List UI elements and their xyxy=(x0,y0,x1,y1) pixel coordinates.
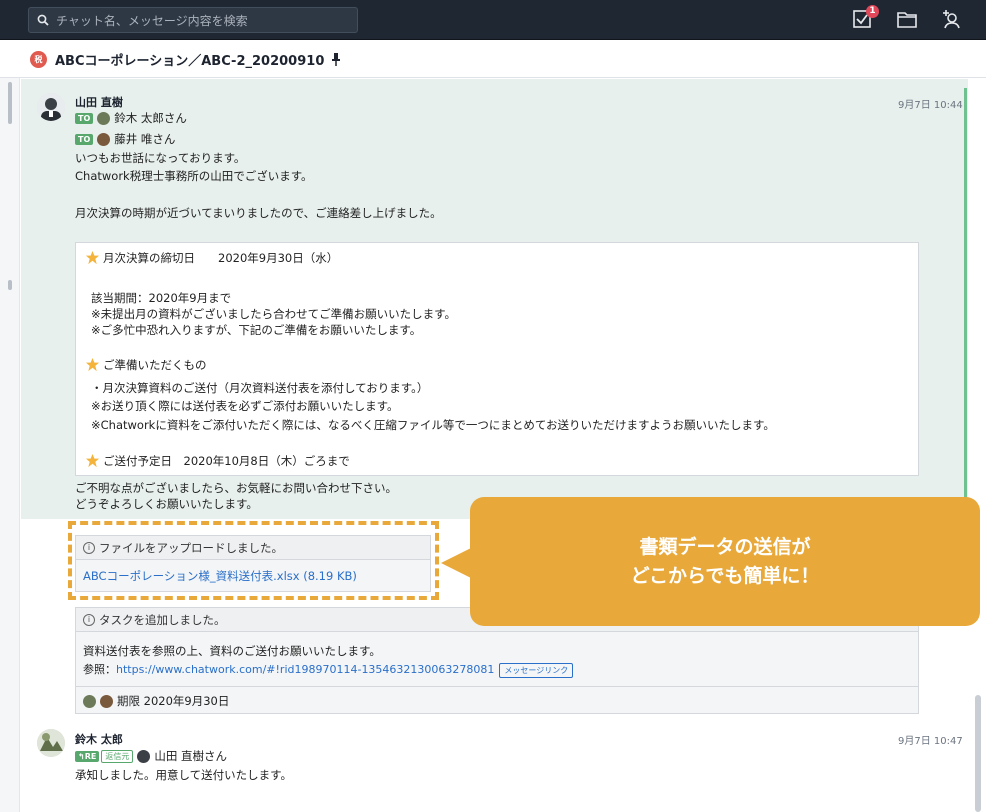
message-time: 9月7日 10:47 xyxy=(898,736,963,747)
quote-line: ※お送り頂く際には送付表を必ずご添付お願いいたします。 xyxy=(91,399,399,413)
task-deadline: 期限 2020年9月30日 xyxy=(117,694,230,708)
add-contact-icon[interactable] xyxy=(940,9,964,31)
avatar xyxy=(97,133,111,146)
to-tag: TO xyxy=(75,113,94,124)
message-line: 月次決算の時期が近づいてまいりましたので、ご連絡差し上げました。 xyxy=(75,206,442,220)
callout-tail xyxy=(441,548,471,578)
room-title[interactable]: ABCコーポレーション／ABC-2_20200910 xyxy=(55,50,324,69)
scrollbar[interactable] xyxy=(8,82,12,124)
sender-name[interactable]: 鈴木 太郎 xyxy=(75,731,123,747)
star-icon xyxy=(85,250,100,265)
message-line: 承知しました。用意して送付いたします。 xyxy=(75,768,293,782)
re-tag[interactable]: ↰RE xyxy=(75,751,100,762)
quote-line: ご送付予定日 2020年10月8日（木）ごろまで xyxy=(85,453,350,469)
quote-line: ※ご多忙中恐れ入りますが、下記のご準備をお願いいたします。 xyxy=(91,323,422,337)
avatar xyxy=(97,112,111,125)
quote-line: 該当期間：2020年9月まで xyxy=(91,291,232,305)
star-icon xyxy=(85,357,100,372)
task-deadline-row: 期限 2020年9月30日 xyxy=(83,693,229,709)
message-line: ご不明な点がございましたら、お気軽にお問い合わせ下さい。 xyxy=(75,481,397,495)
reply-line: ↰RE 返信元 山田 直樹さん xyxy=(75,748,227,764)
scrollbar-marker xyxy=(8,280,12,290)
to-line-2: TO 藤井 唯さん xyxy=(75,131,175,147)
avatar xyxy=(83,695,96,708)
search-input[interactable]: チャット名、メッセージ内容を検索 xyxy=(28,7,358,33)
task-body: 資料送付表を参照の上、資料のご送付お願いいたします。 xyxy=(83,644,381,658)
to-recipient: 鈴木 太郎さん xyxy=(114,111,187,125)
callout-line-2: どこからでも簡単に！ xyxy=(630,564,820,587)
reply-to: 山田 直樹さん xyxy=(154,749,227,763)
scrollbar[interactable] xyxy=(975,695,981,812)
to-tag: TO xyxy=(75,134,94,145)
avatar xyxy=(137,750,151,763)
room-icon: 税 xyxy=(30,50,47,68)
task-check-icon[interactable]: 1 xyxy=(852,5,879,31)
message-line: いつもお世話になっております。 xyxy=(75,151,246,165)
avatar[interactable] xyxy=(37,93,65,121)
highlight-bar xyxy=(964,88,967,516)
callout-line-1: 書類データの送信が xyxy=(639,535,811,558)
search-icon xyxy=(37,14,49,26)
sender-name[interactable]: 山田 直樹 xyxy=(75,94,123,110)
room-header: 税 ABCコーポレーション／ABC-2_20200910 xyxy=(0,41,986,78)
avatar[interactable] xyxy=(37,729,65,757)
info-icon: i xyxy=(83,613,95,626)
top-bar: チャット名、メッセージ内容を検索 1 xyxy=(0,0,986,40)
quote-line: ・月次決算資料のご送付（月次資料送付表を添付しております。） xyxy=(91,381,429,395)
message-line: Chatwork税理士事務所の山田でございます。 xyxy=(75,169,313,183)
task-badge: 1 xyxy=(866,5,879,18)
avatar xyxy=(100,695,113,708)
star-icon xyxy=(85,453,100,468)
left-gutter xyxy=(0,78,20,812)
callout-bubble: 書類データの送信が どこからでも簡単に！ xyxy=(470,497,980,626)
task-ref: 参照：https://www.chatwork.com/#!rid1989701… xyxy=(83,661,574,678)
message-line: どうぞよろしくお願いいたします。 xyxy=(75,497,258,511)
quote-line: 月次決算の締切日 2020年9月30日（水） xyxy=(85,250,338,266)
message-time: 9月7日 10:44 xyxy=(898,100,963,111)
highlight-dashed-frame xyxy=(68,521,439,600)
pin-icon[interactable] xyxy=(331,52,341,66)
message-link-tag[interactable]: メッセージリンク xyxy=(499,662,574,678)
folder-icon[interactable] xyxy=(896,9,920,31)
quote-line: ご準備いただくもの xyxy=(85,357,207,373)
to-line-1: TO 鈴木 太郎さん xyxy=(75,110,187,126)
search-placeholder: チャット名、メッセージ内容を検索 xyxy=(56,13,248,28)
reply-source-tag[interactable]: 返信元 xyxy=(101,750,134,763)
to-recipient: 藤井 唯さん xyxy=(114,132,176,146)
quote-line: ※Chatworkに資料をご添付いただく際には、なるべく圧縮ファイル等で一つにま… xyxy=(91,418,775,432)
ref-link[interactable]: https://www.chatwork.com/#!rid198970114-… xyxy=(116,663,494,676)
quote-line: ※未提出月の資料がございましたら合わせてご準備お願いいたします。 xyxy=(91,307,456,321)
